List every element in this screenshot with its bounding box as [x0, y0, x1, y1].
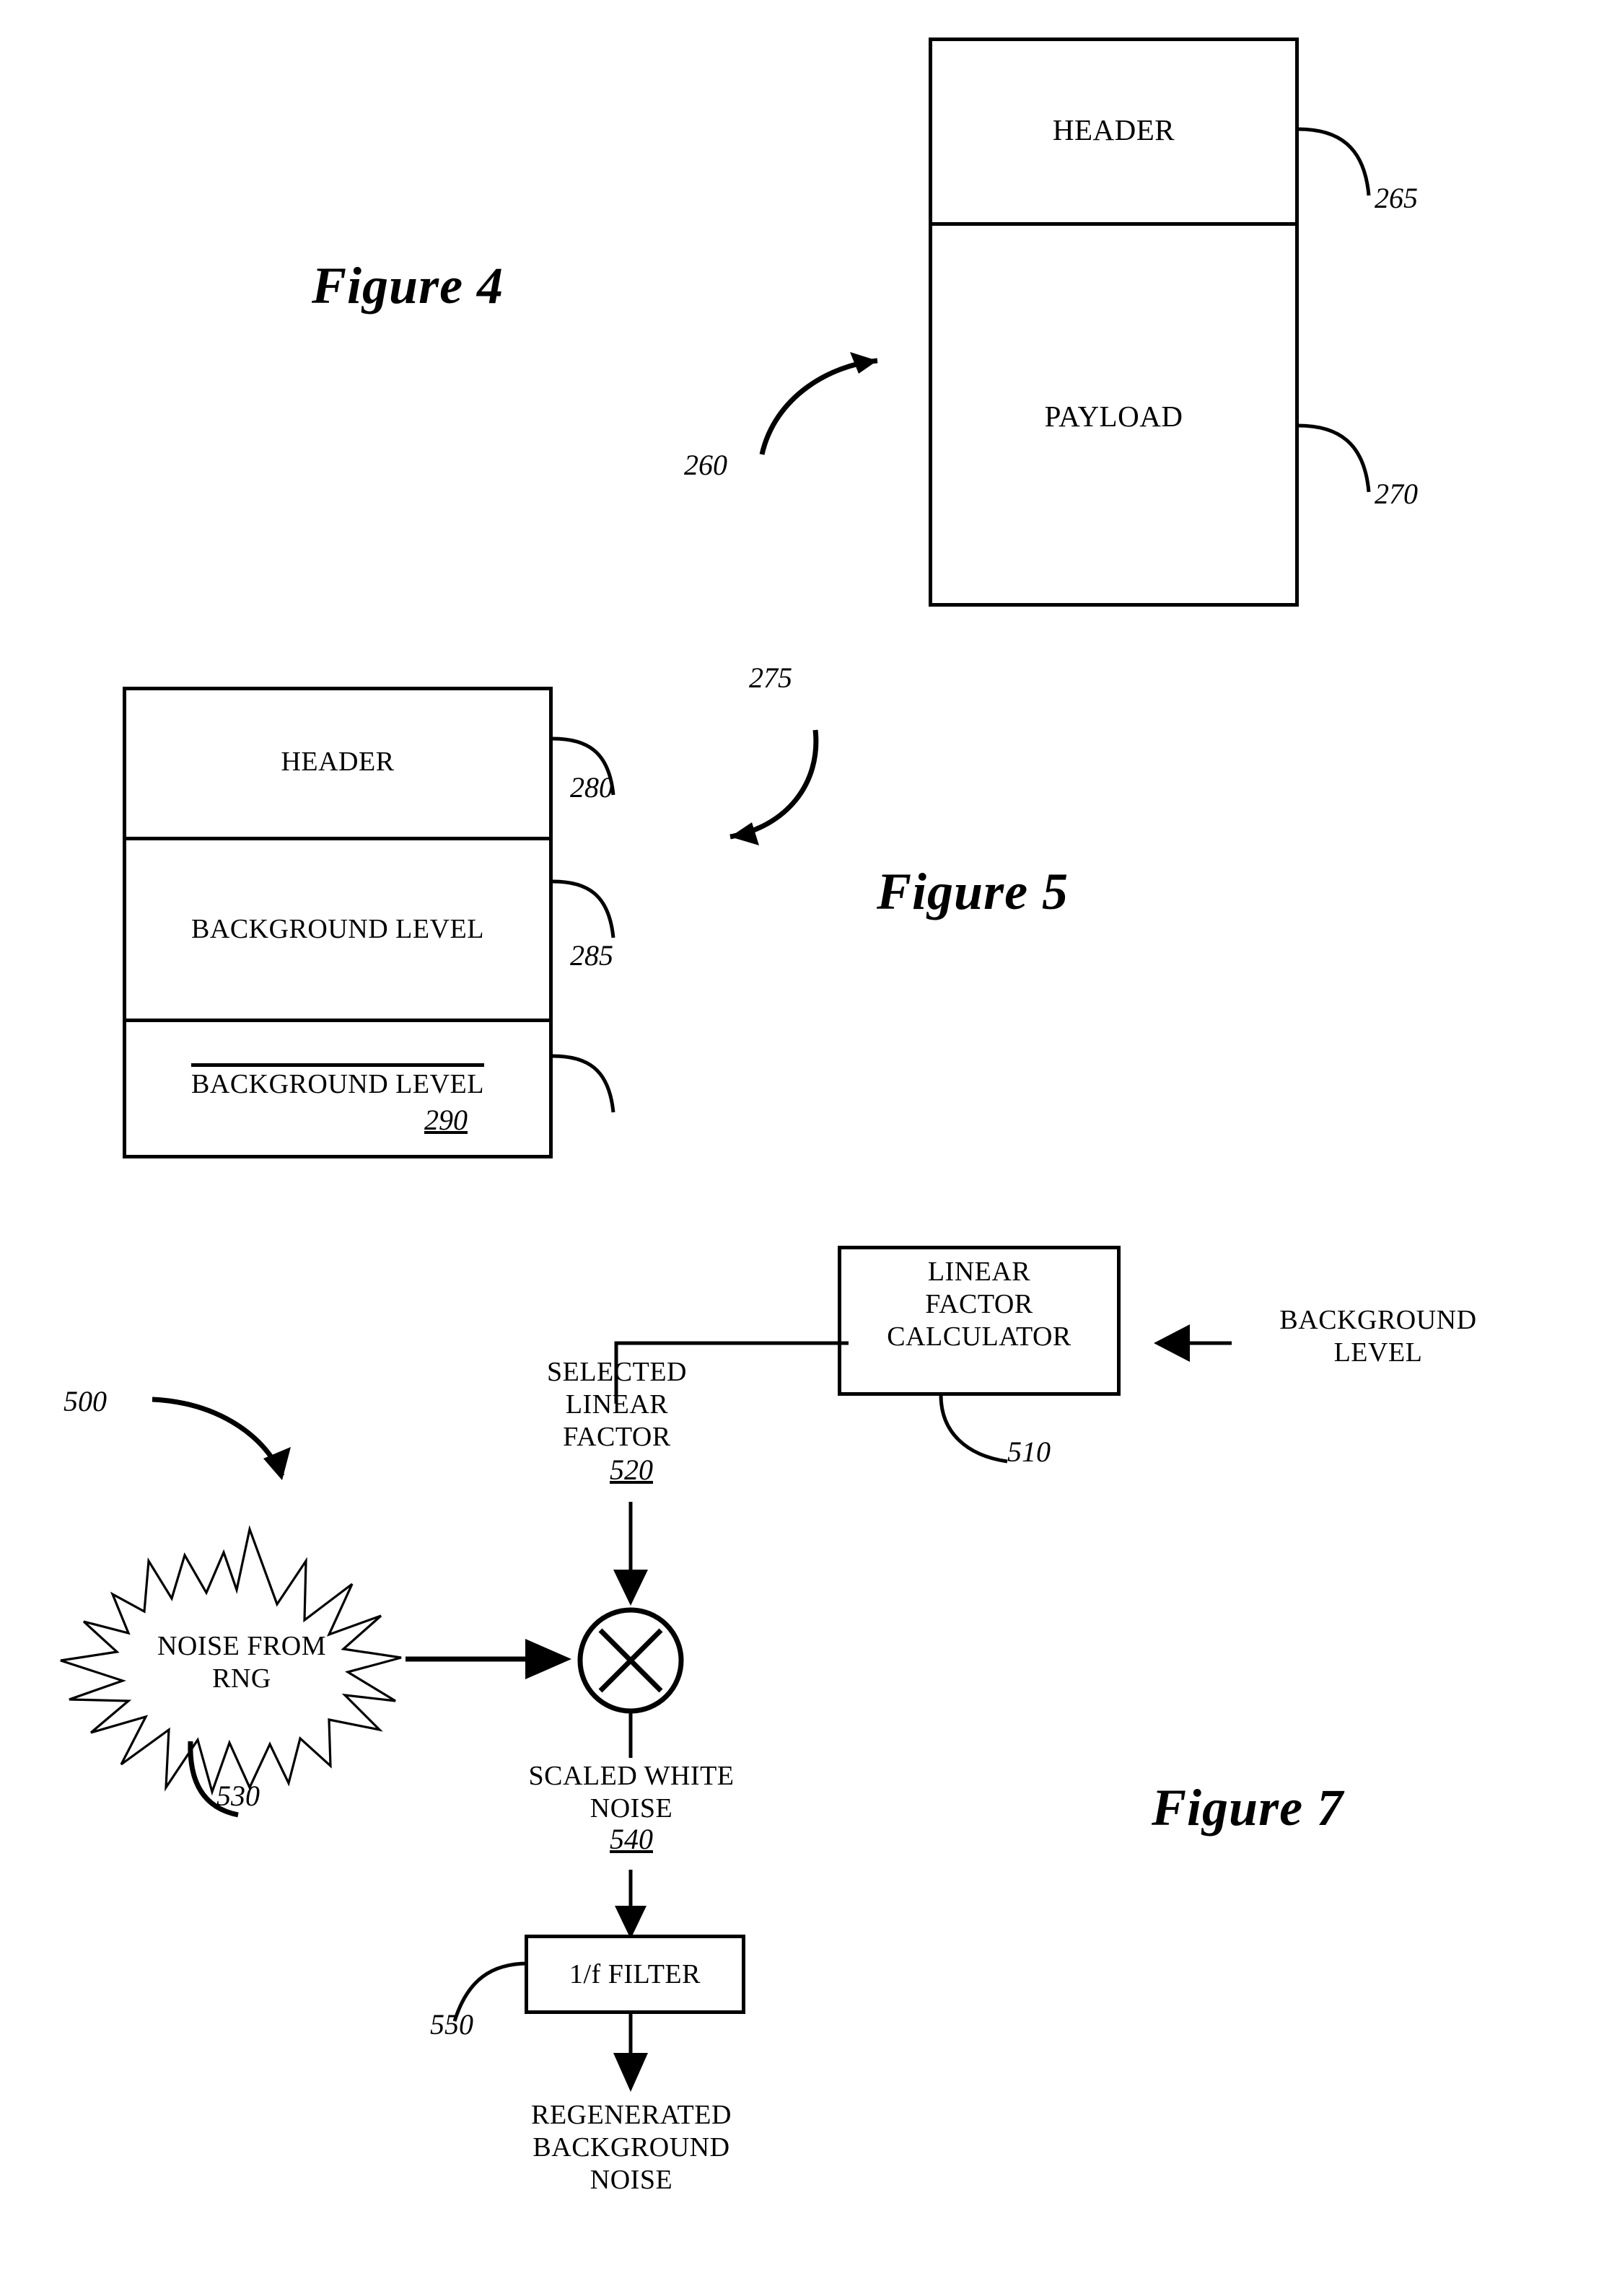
figure-4-payload-section: PAYLOAD	[929, 226, 1299, 607]
regenerated-background-noise-label: REGENERATED BACKGROUND NOISE	[462, 2099, 801, 2196]
figure-5-ref-290: 290	[424, 1104, 468, 1136]
figure-5-ref-280: 280	[570, 771, 613, 804]
out-line-2: BACKGROUND	[533, 2132, 730, 2163]
patent-figure-sheet: Figure 4 HEADER PAYLOAD 265 270 260 Figu…	[0, 0, 1604, 2296]
bg-input-line-2: LEVEL	[1333, 1337, 1423, 1368]
swn-line-1: SCALED WHITE	[528, 1761, 735, 1791]
figure-4-assembly-arrow	[759, 352, 878, 455]
one-over-f-filter-label-wrap: 1/f FILTER	[525, 1935, 745, 2014]
figure-7-caption: Figure 7	[1152, 1779, 1344, 1837]
figure-4-ref-265: 265	[1375, 182, 1418, 214]
figure-5-header-label: HEADER	[281, 746, 395, 777]
multiplier-node	[577, 1607, 684, 1714]
slf-line-3: FACTOR	[563, 1421, 671, 1452]
scaled-white-noise-label: SCALED WHITE NOISE	[462, 1760, 801, 1825]
noise-from-rng-label: NOISE FROM RNG	[72, 1630, 411, 1695]
figure-7-ref-520: 520	[610, 1453, 653, 1486]
multiplier-output-line	[628, 1713, 633, 1758]
lfc-line-3: CALCULATOR	[887, 1321, 1071, 1352]
lfc-line-1: LINEAR	[927, 1257, 1031, 1287]
figure-5-background-level-label: BACKGROUND LEVEL	[191, 914, 484, 945]
figure-4-ref-260: 260	[684, 449, 727, 481]
figure-5-assembly-arrow	[729, 729, 819, 845]
linear-factor-calculator-label: LINEAR FACTOR CALCULATOR	[838, 1256, 1121, 1352]
filter-output-arrow	[613, 2013, 648, 2092]
slf-line-1: SELECTED	[547, 1357, 687, 1387]
out-line-3: NOISE	[590, 2164, 673, 2195]
figure-4-ref-270: 270	[1375, 478, 1418, 510]
figure-4-header-section: HEADER	[929, 38, 1299, 222]
background-level-input-arrow	[1154, 1324, 1232, 1362]
figure-5-mean-background-level-label: BACKGROUND LEVEL	[191, 1063, 484, 1101]
rng-line-2: RNG	[212, 1663, 271, 1694]
rng-line-1: NOISE FROM	[157, 1631, 327, 1661]
figure-4-caption: Figure 4	[312, 257, 504, 315]
scaled-white-noise-arrow	[615, 1870, 647, 1939]
figure-5-ref-275: 275	[749, 661, 792, 694]
figure-5-background-level-section: BACKGROUND LEVEL	[123, 840, 553, 1019]
figure-4-header-label: HEADER	[1052, 113, 1175, 146]
swn-line-2: NOISE	[590, 1793, 673, 1824]
figure-7-ref-530: 530	[216, 1780, 260, 1812]
one-over-f-filter-label: 1/f FILTER	[569, 1958, 701, 1989]
selected-linear-factor-label: SELECTED LINEAR FACTOR	[476, 1356, 758, 1453]
figure-5-mean-background-level-section: BACKGROUND LEVEL	[123, 1022, 553, 1158]
figure-5-ref-285: 285	[570, 939, 613, 972]
lfc-line-2: FACTOR	[925, 1288, 1033, 1319]
figure-5-mean-background-level-row: BACKGROUND LEVEL	[123, 1063, 553, 1101]
figure-7-ref-550: 550	[430, 2008, 473, 2041]
background-level-input-label: BACKGROUND LEVEL	[1227, 1304, 1530, 1369]
noise-to-multiplier-arrow	[406, 1639, 571, 1679]
figure-5-leader-290	[552, 1054, 615, 1113]
figure-7-ref-510: 510	[1007, 1435, 1051, 1468]
out-line-1: REGENERATED	[531, 2100, 732, 2130]
figure-7-assembly-arrow	[152, 1396, 291, 1480]
figure-4-payload-label: PAYLOAD	[1044, 399, 1183, 433]
slf-line-2: LINEAR	[565, 1389, 669, 1420]
figure-5-leader-285	[552, 879, 615, 938]
selected-linear-factor-arrow	[613, 1502, 648, 1606]
figure-5-caption: Figure 5	[877, 863, 1069, 920]
figure-7-ref-540: 540	[610, 1823, 653, 1855]
figure-7-ref-500: 500	[63, 1385, 107, 1417]
bg-input-line-1: BACKGROUND	[1279, 1305, 1477, 1335]
figure-5-header-section: HEADER	[123, 687, 553, 837]
